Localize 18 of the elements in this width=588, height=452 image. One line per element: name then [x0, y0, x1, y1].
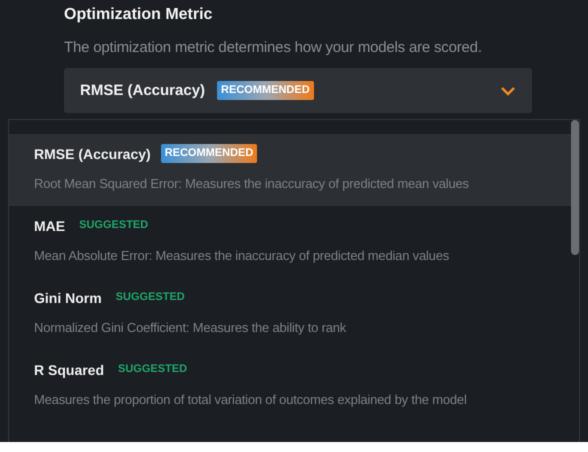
option-name: MAE — [34, 218, 66, 234]
option-name: Gini Norm — [34, 290, 102, 306]
scrollbar-thumb[interactable] — [571, 120, 579, 255]
option-name: RMSE (Accuracy) — [34, 146, 151, 162]
option-description: Measures the proportion of total variation of outcomes explained by the model — [34, 391, 468, 409]
suggested-tag: SUGGESTED — [114, 360, 192, 379]
metric-option[interactable]: MAE SUGGESTED Mean Absolute Error: Measures the inaccuracy of predicted median values — [9, 206, 571, 278]
option-description: Mean Absolute Error: Measures the inaccuracy of predicted median values — [34, 247, 450, 265]
suggested-tag: SUGGESTED — [75, 216, 152, 235]
suggested-tag: SUGGESTED — [112, 288, 189, 307]
chevron-down-icon — [500, 86, 516, 96]
metric-option[interactable]: R Squared SUGGESTED Measures the proportion of total variation of outcomes explained by the model — [9, 350, 571, 422]
metric-option[interactable]: Gini Norm SUGGESTED Normalized Gini Coefficient: Measures the ability to rank — [9, 278, 571, 350]
option-description: Normalized Gini Coefficient: Measures the ability to rank — [34, 319, 348, 337]
option-name: R Squared — [34, 362, 104, 378]
field-description: The optimization metric determines how your models are scored. — [64, 39, 483, 56]
field-label: Optimization Metric — [64, 6, 214, 25]
option-description: Root Mean Squared Error: Measures the inaccuracy of predicted mean values — [34, 175, 470, 193]
